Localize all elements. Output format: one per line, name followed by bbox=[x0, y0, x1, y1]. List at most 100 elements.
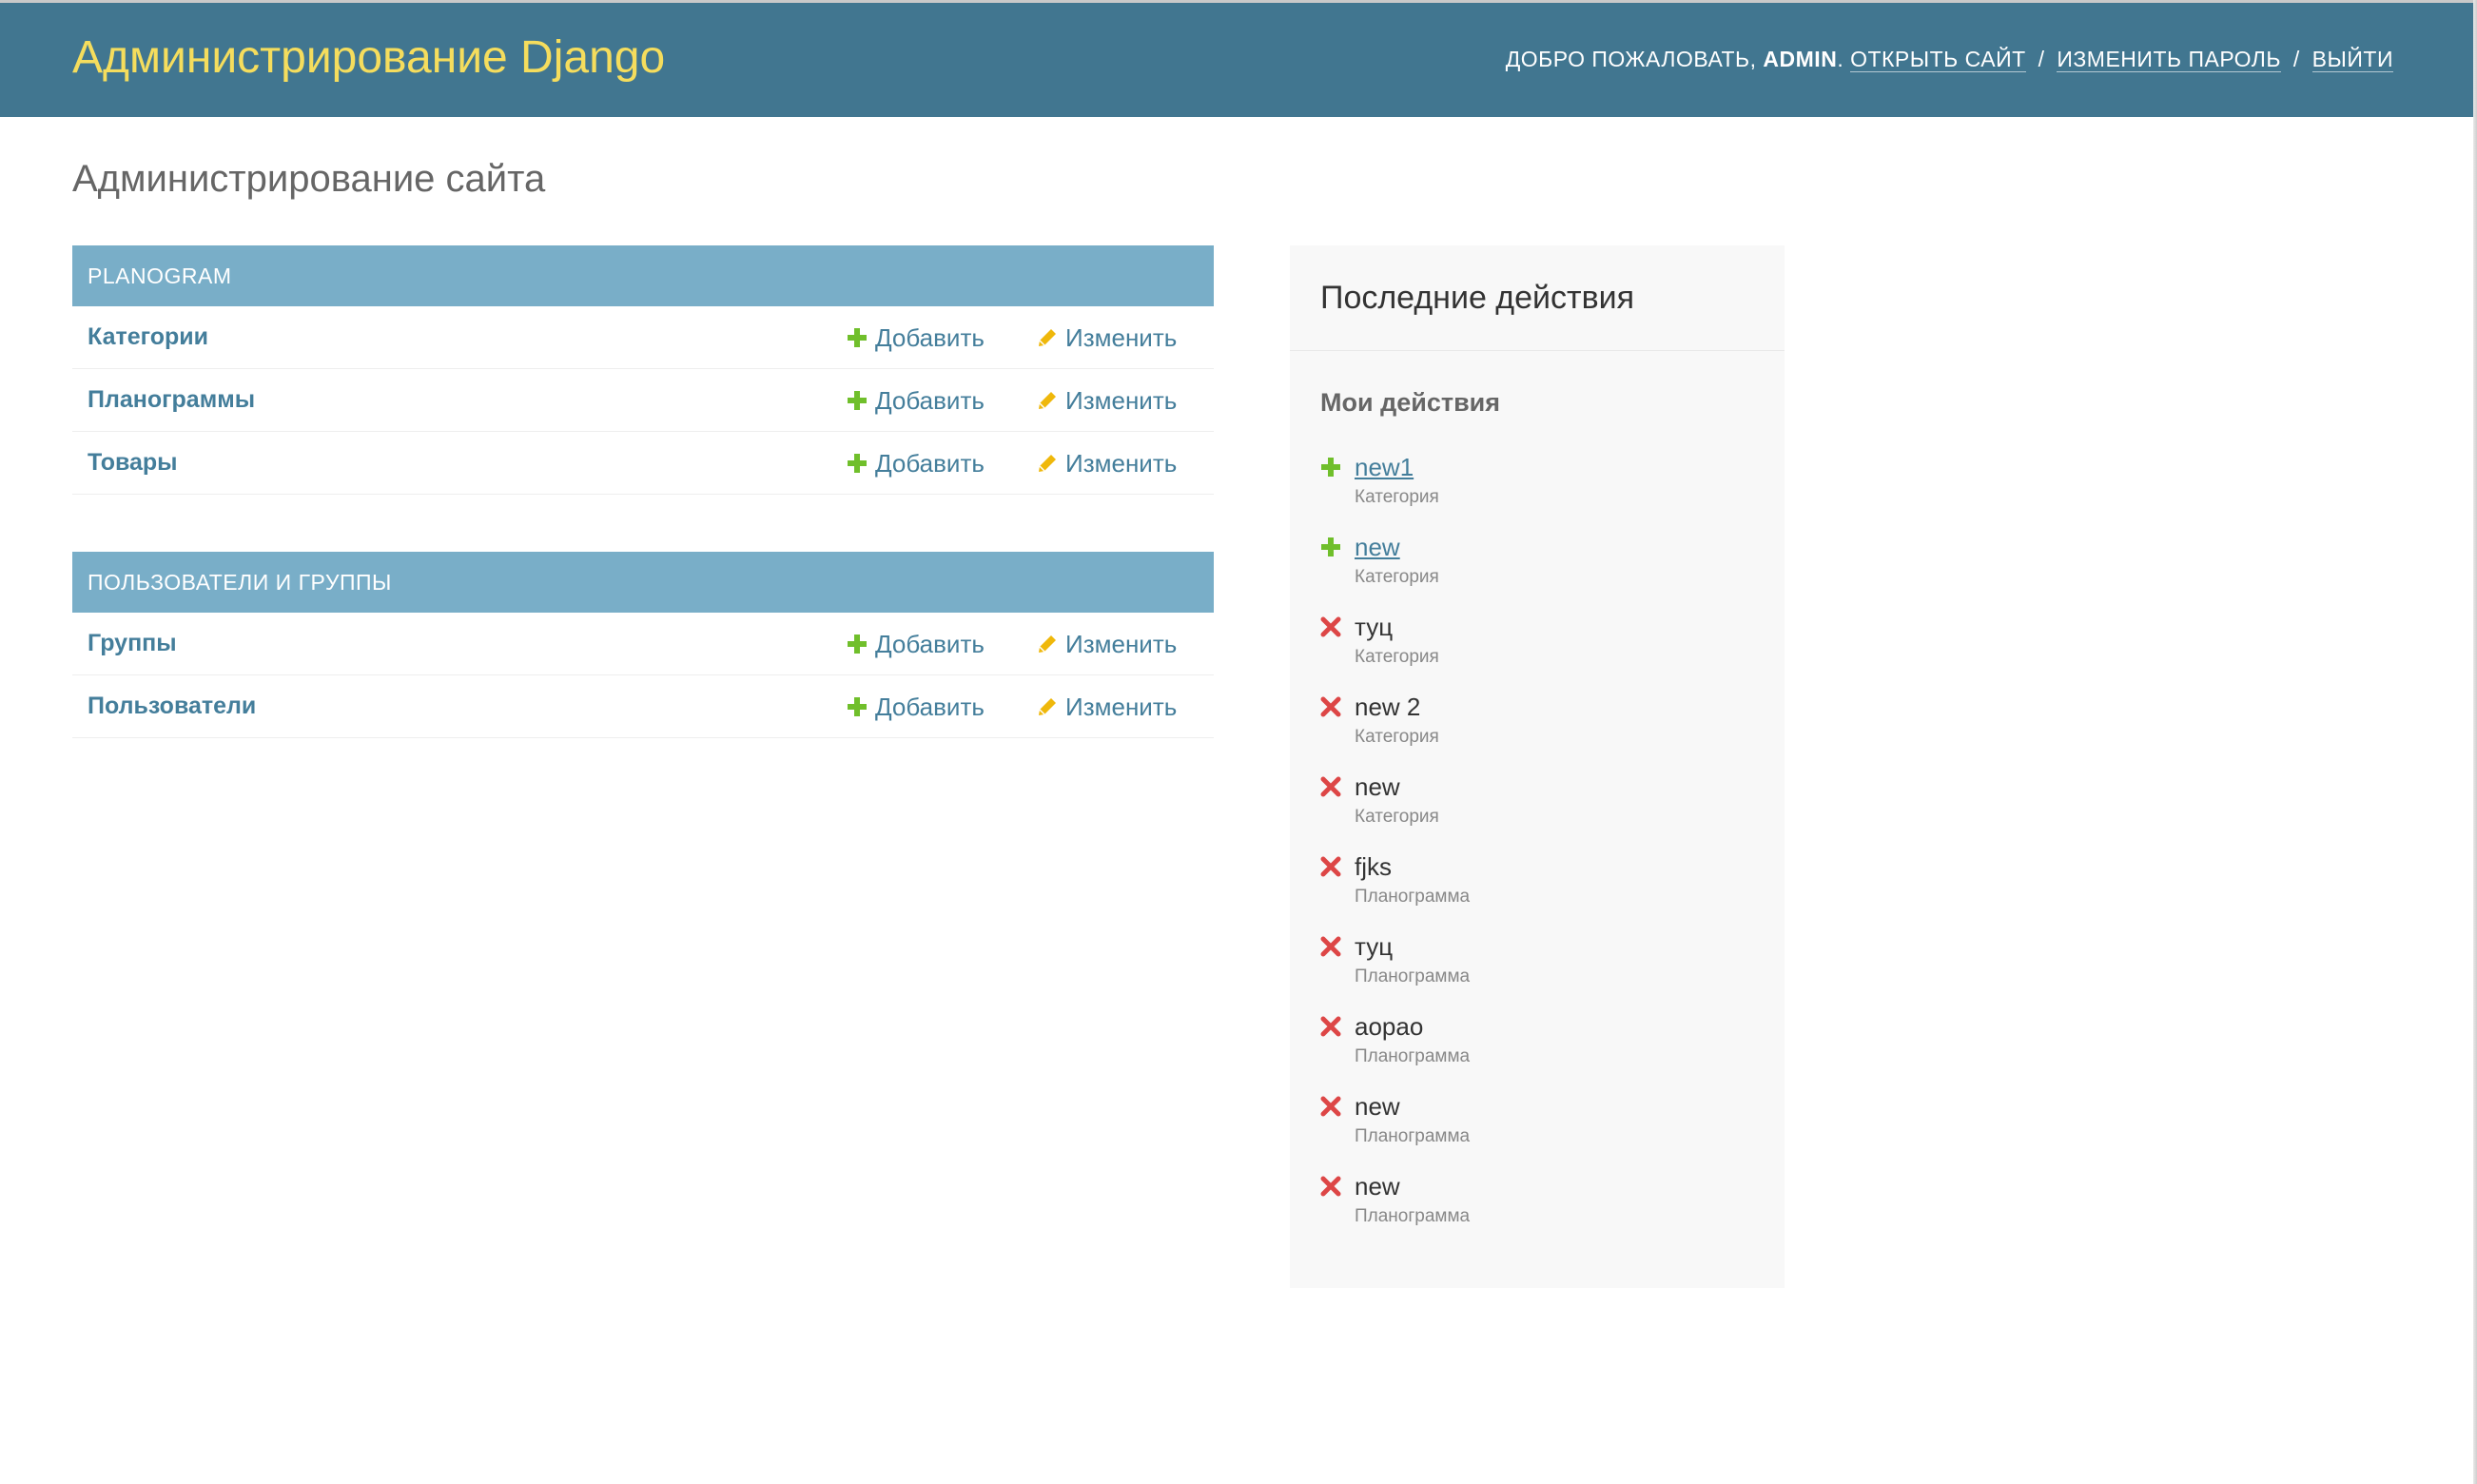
plus-icon bbox=[848, 635, 867, 654]
separator: / bbox=[2038, 47, 2045, 71]
separator: / bbox=[2292, 47, 2300, 71]
action-object-name: new bbox=[1355, 1092, 1400, 1121]
action-content-type: Планограмма bbox=[1355, 1126, 1471, 1146]
change-label: Изменить bbox=[1065, 449, 1178, 478]
action-object-link[interactable]: new bbox=[1355, 533, 1400, 562]
page-title: Администрирование сайта bbox=[72, 158, 546, 200]
change-label: Изменить bbox=[1065, 323, 1178, 352]
plus-icon bbox=[1321, 537, 1340, 556]
action-content-type: Планограмма bbox=[1355, 1206, 1471, 1226]
list-item: туц Планограмма bbox=[1320, 932, 1758, 1008]
list-item: new Категория bbox=[1320, 533, 1758, 609]
plus-icon bbox=[848, 328, 867, 347]
action-object-name: aopao bbox=[1355, 1012, 1424, 1041]
add-button[interactable]: Добавить bbox=[847, 630, 985, 659]
header: Администрирование Django ДОБРО ПОЖАЛОВАТ… bbox=[0, 3, 2473, 117]
change-button[interactable]: Изменить bbox=[1037, 323, 1177, 353]
change-button[interactable]: Изменить bbox=[1037, 449, 1177, 478]
plus-icon bbox=[848, 454, 867, 473]
list-item: aopao Планограмма bbox=[1320, 1012, 1758, 1088]
delete-icon bbox=[1320, 776, 1341, 797]
change-label: Изменить bbox=[1065, 630, 1178, 658]
add-label: Добавить bbox=[875, 386, 985, 415]
add-button[interactable]: Добавить bbox=[847, 693, 985, 722]
logout-link[interactable]: ВЫЙТИ bbox=[2311, 47, 2393, 72]
plus-icon bbox=[1321, 458, 1340, 477]
list-item: fjks Планограмма bbox=[1320, 852, 1758, 928]
add-button[interactable]: Добавить bbox=[847, 386, 985, 416]
list-item: туц Категория bbox=[1320, 613, 1758, 689]
add-label: Добавить bbox=[875, 323, 985, 352]
table-row: Пользователи Добавить Изменить bbox=[72, 675, 1214, 738]
model-link-users[interactable]: Пользователи bbox=[88, 693, 256, 720]
action-content-type: Категория bbox=[1355, 807, 1439, 827]
action-content-type: Категория bbox=[1355, 567, 1439, 587]
action-content-type: Планограмма bbox=[1355, 887, 1471, 907]
action-object-name: new bbox=[1355, 1172, 1400, 1201]
module-caption[interactable]: PLANOGRAM bbox=[72, 245, 1214, 306]
model-link-planograms[interactable]: Планограммы bbox=[88, 386, 255, 414]
action-content-type: Категория bbox=[1355, 727, 1439, 747]
change-button[interactable]: Изменить bbox=[1037, 386, 1177, 416]
table-row: Планограммы Добавить Изменить bbox=[72, 369, 1214, 432]
add-label: Добавить bbox=[875, 693, 985, 721]
change-button[interactable]: Изменить bbox=[1037, 693, 1177, 722]
plus-icon bbox=[848, 697, 867, 716]
model-link-groups[interactable]: Группы bbox=[88, 630, 177, 657]
delete-icon bbox=[1320, 1176, 1341, 1197]
model-link-products[interactable]: Товары bbox=[88, 449, 178, 477]
welcome-text: ДОБРО ПОЖАЛОВАТЬ, bbox=[1505, 47, 1757, 71]
change-label: Изменить bbox=[1065, 693, 1178, 721]
delete-icon bbox=[1320, 696, 1341, 717]
admin-page: Администрирование Django ДОБРО ПОЖАЛОВАТ… bbox=[0, 0, 2477, 1484]
action-object-link[interactable]: new1 bbox=[1355, 453, 1414, 482]
list-item: new1 Категория bbox=[1320, 453, 1758, 529]
site-brand[interactable]: Администрирование Django bbox=[72, 31, 665, 84]
pencil-icon bbox=[1039, 392, 1056, 409]
recent-actions-title: Последние действия bbox=[1320, 280, 1635, 316]
action-object-name: new bbox=[1355, 772, 1400, 801]
module-auth: ПОЛЬЗОВАТЕЛИ И ГРУППЫ Группы Добавить Из… bbox=[72, 552, 1214, 738]
action-content-type: Категория bbox=[1355, 487, 1439, 507]
change-label: Изменить bbox=[1065, 386, 1178, 415]
action-content-type: Планограмма bbox=[1355, 1046, 1471, 1066]
delete-icon bbox=[1320, 936, 1341, 957]
table-row: Товары Добавить Изменить bbox=[72, 432, 1214, 495]
window-right-edge bbox=[2473, 0, 2477, 1484]
action-object-name: туц bbox=[1355, 613, 1394, 641]
my-actions-title: Мои действия bbox=[1320, 388, 1501, 417]
change-password-link[interactable]: ИЗМЕНИТЬ ПАРОЛЬ bbox=[2057, 47, 2281, 72]
module-planogram: PLANOGRAM Категории Добавить Изменить Пл… bbox=[72, 245, 1214, 495]
divider bbox=[1290, 350, 1785, 351]
action-object-name: fjks bbox=[1355, 852, 1392, 881]
add-label: Добавить bbox=[875, 449, 985, 478]
plus-icon bbox=[848, 391, 867, 410]
add-button[interactable]: Добавить bbox=[847, 449, 985, 478]
action-object-name: new 2 bbox=[1355, 693, 1421, 721]
add-label: Добавить bbox=[875, 630, 985, 658]
recent-actions-panel: Последние действия Мои действия new1 Кат… bbox=[1290, 245, 1785, 1288]
action-object-name: туц bbox=[1355, 932, 1394, 961]
model-link-categories[interactable]: Категории bbox=[88, 323, 208, 351]
action-content-type: Категория bbox=[1355, 647, 1439, 667]
pencil-icon bbox=[1039, 329, 1056, 346]
list-item: new Планограмма bbox=[1320, 1172, 1758, 1248]
pencil-icon bbox=[1039, 635, 1056, 653]
delete-icon bbox=[1320, 856, 1341, 877]
list-item: new 2 Категория bbox=[1320, 693, 1758, 769]
pencil-icon bbox=[1039, 698, 1056, 715]
username: ADMIN bbox=[1763, 47, 1838, 71]
list-item: new Категория bbox=[1320, 772, 1758, 849]
change-button[interactable]: Изменить bbox=[1037, 630, 1177, 659]
action-content-type: Планограмма bbox=[1355, 967, 1471, 986]
table-row: Группы Добавить Изменить bbox=[72, 613, 1214, 675]
user-tools: ДОБРО ПОЖАЛОВАТЬ, ADMIN. ОТКРЫТЬ САЙТ / … bbox=[1505, 47, 2393, 72]
table-row: Категории Добавить Изменить bbox=[72, 306, 1214, 369]
delete-icon bbox=[1320, 1016, 1341, 1037]
delete-icon bbox=[1320, 1096, 1341, 1117]
module-caption[interactable]: ПОЛЬЗОВАТЕЛИ И ГРУППЫ bbox=[72, 552, 1214, 613]
list-item: new Планограмма bbox=[1320, 1092, 1758, 1168]
delete-icon bbox=[1320, 616, 1341, 637]
view-site-link[interactable]: ОТКРЫТЬ САЙТ bbox=[1850, 47, 2026, 72]
add-button[interactable]: Добавить bbox=[847, 323, 985, 353]
